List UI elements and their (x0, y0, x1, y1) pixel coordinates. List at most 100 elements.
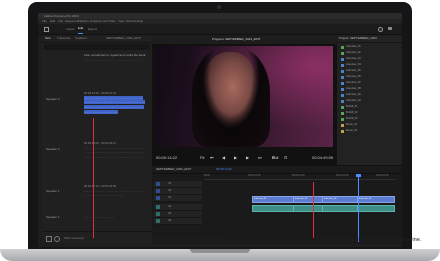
project-item[interactable]: Interview_03 (339, 57, 400, 61)
ruler-label: 00:01:30:00 (336, 174, 349, 177)
clip-icon (341, 123, 344, 127)
video-clip[interactable]: Interview_01 (252, 196, 294, 203)
annotation-right: Edits applied automatically in the Timel… (316, 237, 422, 243)
transcript-para-1[interactable]: Like, sometimes to myself as to write th… (84, 53, 146, 62)
step-back-icon[interactable]: ⏮ (210, 155, 214, 160)
timeline-ruler[interactable]: 00:00 00:00:30:00 00:01:00:00 00:01:30:0… (204, 174, 396, 180)
clip-icon (341, 111, 344, 115)
clip-icon (341, 51, 344, 55)
audio-clip[interactable] (322, 205, 358, 212)
tab-edit[interactable]: Edit (78, 24, 84, 34)
tab-import[interactable]: Import (66, 24, 75, 34)
step-forward-icon[interactable]: ⏭ (258, 155, 262, 160)
project-item-name: Interview_04 (346, 63, 361, 66)
track-header-v1[interactable]: V1 (154, 195, 202, 202)
track-label: A1 (168, 205, 172, 208)
video-clip[interactable]: Interview_04 (357, 196, 395, 203)
project-item-name: Interview_01 (346, 45, 361, 48)
tab-captions[interactable]: Captions (75, 35, 87, 42)
frame-forward-icon[interactable]: ▶ (246, 155, 249, 160)
share-icon[interactable] (388, 27, 392, 30)
audio-clip[interactable] (293, 205, 323, 212)
timeline-tab[interactable]: SEPTEMBER_2023_EDIT (156, 166, 191, 173)
project-item[interactable]: Interview_01 (339, 45, 400, 49)
video-frame[interactable] (156, 46, 333, 147)
tab-transcript[interactable]: Transcript (57, 35, 70, 42)
transcript-para-2[interactable]: 00:00:14:15 - 00:00:15:01 ···· ··· ·· ··… (84, 91, 146, 115)
timeline-timecode[interactable]: 00:00:14:22 (216, 166, 232, 173)
project-item[interactable]: Music_01 (339, 123, 400, 127)
speaker-label[interactable]: Speaker 1 (46, 215, 60, 219)
timecode: 00:00:14:15 - 00:00:15:01 (84, 91, 117, 95)
insert-icon[interactable]: ⊞ (272, 155, 275, 160)
project-item-name: Interview_02 (346, 51, 361, 54)
audio-clip[interactable] (252, 205, 294, 212)
speaker-label[interactable]: Speaker 2 (46, 97, 60, 101)
project-item[interactable]: B-Roll_02 (339, 111, 400, 115)
export-frame-icon[interactable]: ⊡ (284, 155, 287, 160)
track-header-v2[interactable]: V2 (154, 188, 202, 195)
ruler-label: 00:01:00:00 (292, 174, 305, 177)
filter-label[interactable]: Filter transcript (64, 232, 84, 244)
track-target-icon[interactable] (156, 212, 160, 216)
video-clip[interactable]: Interview_02 (293, 196, 323, 203)
clip-icon (341, 69, 344, 73)
clip-icon (341, 117, 344, 121)
track-target-icon[interactable] (156, 189, 160, 193)
project-tab[interactable]: Project: SEPTEMBER_2023 (339, 35, 377, 42)
transcript-panel: Text Transcript Captions SEPTEMBER_2023_… (42, 35, 152, 243)
project-item[interactable]: B-Roll_01 (339, 105, 400, 109)
home-icon[interactable] (44, 27, 49, 32)
project-item-name: B-Roll_03 (346, 117, 358, 120)
speaker-label[interactable]: Speaker 1 (46, 189, 60, 193)
project-item[interactable]: Interview_04 (339, 63, 400, 67)
clip-label: Interview_04 (359, 198, 372, 200)
monitor-timecode-right: 00:04:49:05 (312, 155, 334, 160)
tab-text[interactable]: Text (45, 35, 51, 42)
filter-icon[interactable] (54, 236, 60, 242)
track-label: V1 (168, 196, 172, 199)
frame-back-icon[interactable]: ◀ (222, 155, 225, 160)
track-header-a1[interactable]: A1 (154, 204, 202, 211)
track-target-icon[interactable] (156, 219, 160, 223)
track-label: V3 (168, 182, 172, 185)
program-monitor: Program: SEPTEMBER_2023_EDIT 00:00:14:22… (152, 35, 337, 165)
transcript-search-input[interactable] (44, 44, 150, 50)
clip-label: Interview_03 (324, 198, 337, 200)
project-item[interactable]: Interview_08 (339, 87, 400, 91)
project-item[interactable]: Music_02 (339, 129, 400, 133)
project-item[interactable]: Interview_06 (339, 75, 400, 79)
project-item[interactable]: B-Roll_03 (339, 117, 400, 121)
project-item[interactable]: Interview_09 (339, 93, 400, 97)
transcript-sequence-label: SEPTEMBER_2023_EDIT (106, 36, 142, 40)
fit-select[interactable]: Fit (200, 155, 204, 160)
project-item[interactable]: Interview_10 (339, 99, 400, 103)
track-target-icon[interactable] (156, 182, 160, 186)
track-header-a2[interactable]: A2 (154, 211, 202, 218)
transcript-tool-icon[interactable] (46, 236, 52, 242)
search-icon[interactable] (378, 27, 383, 32)
track-target-icon[interactable] (156, 205, 160, 209)
tab-export[interactable]: Export (88, 24, 97, 34)
playhead[interactable] (358, 174, 359, 242)
clip-icon (341, 129, 344, 133)
project-item[interactable]: Interview_05 (339, 69, 400, 73)
monitor-header: Program: SEPTEMBER_2023_EDIT (152, 35, 337, 44)
track-header-v3[interactable]: V3 (154, 181, 202, 188)
hair-shadow (192, 46, 270, 147)
video-clip[interactable]: Interview_03 (322, 196, 358, 203)
clip-icon (341, 105, 344, 109)
project-item[interactable]: Interview_07 (339, 81, 400, 85)
track-header-a3[interactable]: A3 (154, 218, 202, 225)
workspace-bar: Import Edit Export (38, 24, 402, 35)
track-label: A3 (168, 219, 172, 222)
speaker-label[interactable]: Speaker 2 (46, 147, 60, 151)
clip-label: Interview_02 (295, 198, 308, 200)
project-item[interactable]: Interview_02 (339, 51, 400, 55)
audio-clip[interactable] (357, 205, 395, 212)
program-tab[interactable]: Program: SEPTEMBER_2023_EDIT (212, 35, 261, 44)
track-target-icon[interactable] (156, 196, 160, 200)
play-icon[interactable]: ▶ (234, 155, 237, 160)
selected-text[interactable]: ···· ··· ·· ····· ···· ·· ···· ··· ·· ··… (84, 95, 145, 114)
project-item-name: Music_01 (346, 123, 358, 126)
